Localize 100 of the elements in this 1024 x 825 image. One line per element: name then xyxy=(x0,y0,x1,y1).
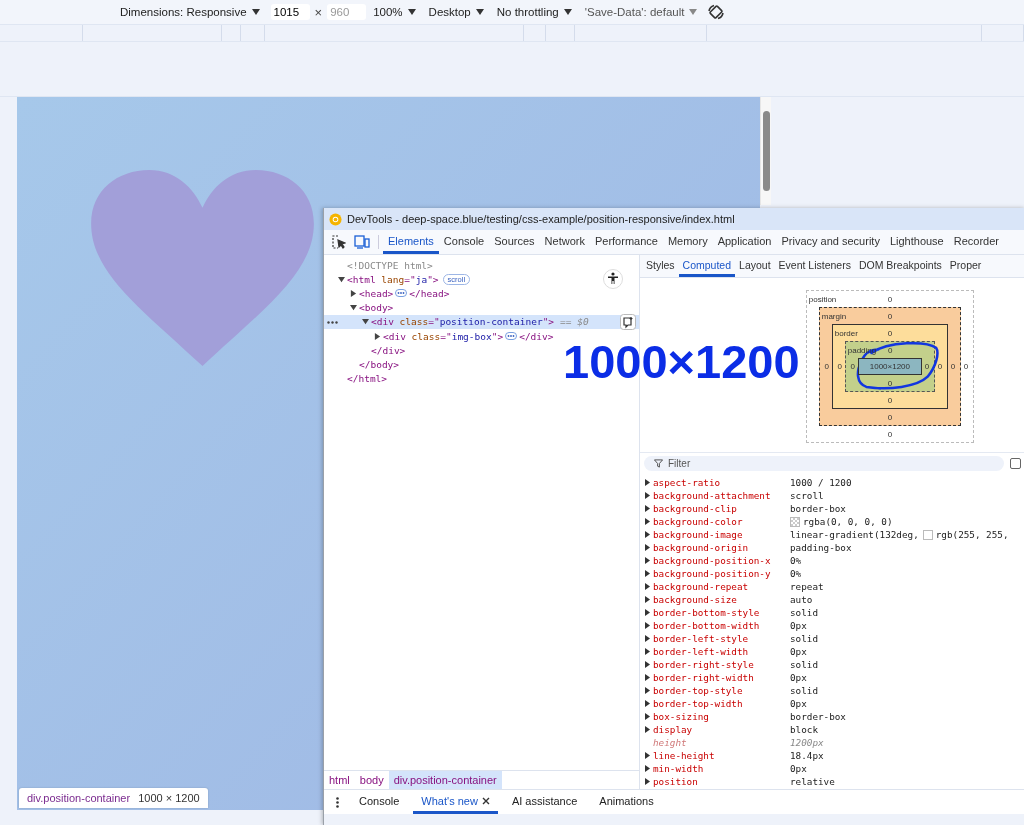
disclosure-triangle-icon[interactable] xyxy=(338,275,345,283)
tooltip-selector: div.position-container xyxy=(27,792,131,804)
property-name: height xyxy=(653,737,687,748)
dom-node-text: </div> xyxy=(371,344,406,356)
property-name: background-image xyxy=(653,529,743,540)
property-name: background-origin xyxy=(653,542,749,553)
box-value: 0 xyxy=(886,311,894,321)
more-menu-icon[interactable] xyxy=(336,796,339,808)
sidebar-tab[interactable]: Proper xyxy=(945,255,986,277)
ellipsis-icon[interactable] xyxy=(505,332,518,341)
save-data-dropdown[interactable]: 'Save-Data': default xyxy=(582,6,700,18)
property-value: block xyxy=(790,724,818,735)
dimensions-dropdown[interactable]: Dimensions: Responsive xyxy=(118,6,262,18)
property-value: 0% xyxy=(790,555,802,566)
box-value: 0 xyxy=(836,362,843,371)
panel-tab[interactable]: Sources xyxy=(489,230,540,254)
property-value: scroll xyxy=(790,490,824,501)
box-value: 0 xyxy=(886,429,894,439)
zoom-dropdown[interactable]: 100% xyxy=(371,6,418,18)
property-value: rgba(0, 0, 0, 0) xyxy=(803,516,893,527)
box-label: border xyxy=(834,328,859,338)
ai-assist-icon[interactable] xyxy=(620,313,636,330)
property-value: repeat xyxy=(790,581,824,592)
dom-tree-row[interactable]: <!DOCTYPE html> xyxy=(324,258,639,273)
property-value: border-box xyxy=(790,503,846,514)
box-label: position xyxy=(808,294,838,304)
property-value: solid xyxy=(790,633,818,644)
drawer-tab[interactable]: Console xyxy=(351,790,408,814)
property-name: border-bottom-style xyxy=(653,607,760,618)
drawer-tab[interactable]: AI assistance xyxy=(503,790,586,814)
dom-tree-row[interactable]: <body> xyxy=(324,300,639,315)
box-value: 0 xyxy=(849,362,856,371)
property-value: solid xyxy=(790,685,818,696)
breadcrumb[interactable]: div.position-container xyxy=(388,771,502,789)
panel-tab[interactable]: Console xyxy=(438,230,490,254)
drawer-tab[interactable]: Animations xyxy=(591,790,662,814)
panel-tab[interactable]: Elements xyxy=(383,230,439,254)
device-toggle-icon[interactable] xyxy=(354,235,370,249)
panel-tab[interactable]: Recorder xyxy=(948,230,1004,254)
property-name: background-repeat xyxy=(653,581,749,592)
disclosure-triangle-icon[interactable] xyxy=(350,304,357,312)
color-swatch-icon[interactable] xyxy=(790,516,800,527)
property-name: background-clip xyxy=(653,503,737,514)
sidebar-tab[interactable]: Layout xyxy=(735,255,775,277)
device-dropdown[interactable]: Desktop xyxy=(426,6,486,18)
dom-node-text: <div class="position-container"> xyxy=(371,316,555,328)
filter-field[interactable]: Filter xyxy=(644,455,1004,471)
caret-icon xyxy=(251,9,260,15)
box-value: 0 xyxy=(886,345,894,355)
checkbox[interactable] xyxy=(1010,457,1021,469)
sidebar-tab[interactable]: Styles xyxy=(642,255,679,277)
throttling-dropdown[interactable]: No throttling xyxy=(494,6,574,18)
property-name: background-attachment xyxy=(653,490,771,501)
accessibility-icon[interactable] xyxy=(603,269,623,289)
ellipsis-icon[interactable] xyxy=(395,289,408,298)
panel-tab[interactable]: Application xyxy=(712,230,777,254)
width-field[interactable]: 1015 xyxy=(270,4,310,20)
close-icon[interactable] xyxy=(481,796,490,805)
panel-tab[interactable]: Network xyxy=(539,230,590,254)
rotate-icon[interactable] xyxy=(708,4,725,20)
sidebar-tab[interactable]: DOM Breakpoints xyxy=(854,255,946,277)
property-value: auto xyxy=(790,594,813,605)
property-name: background-size xyxy=(653,594,737,605)
color-swatch-icon[interactable] xyxy=(922,529,933,540)
disclosure-triangle-icon[interactable] xyxy=(362,318,369,326)
dom-node-text: <div class="img-box"> xyxy=(383,330,504,342)
property-value: 1200px xyxy=(790,737,824,748)
panel-tab[interactable]: Privacy and security xyxy=(776,230,885,254)
inspect-icon[interactable] xyxy=(332,235,346,249)
box-value: 0 xyxy=(962,362,970,371)
more-icon[interactable] xyxy=(327,320,338,324)
property-name: display xyxy=(653,724,693,735)
property-value: relative xyxy=(790,776,835,787)
property-name: background-color xyxy=(653,516,743,527)
dom-node-text: </head> xyxy=(409,287,450,299)
property-value: 18.4px xyxy=(790,750,824,761)
property-value: padding-box xyxy=(790,542,852,553)
property-name: background-position-x xyxy=(653,555,771,566)
sidebar-tab[interactable]: Computed xyxy=(678,255,736,277)
property-name: min-width xyxy=(653,763,704,774)
dom-node-text: <body> xyxy=(359,302,394,314)
disclosure-triangle-icon[interactable] xyxy=(350,289,357,297)
height-field[interactable]: 960 xyxy=(327,4,367,20)
caret-icon xyxy=(563,9,572,15)
sidebar-tab[interactable]: Event Listeners xyxy=(774,255,855,277)
times-sign: × xyxy=(314,4,323,20)
dom-tree-row[interactable]: <div class="position-container"> == $0 xyxy=(324,314,639,329)
property-name: border-top-width xyxy=(653,698,743,709)
dom-tree-row[interactable]: <head> </head> xyxy=(324,286,639,301)
disclosure-triangle-icon[interactable] xyxy=(374,332,381,340)
breadcrumb[interactable]: body xyxy=(354,771,389,789)
box-value: 0 xyxy=(886,412,894,422)
panel-tab[interactable]: Performance xyxy=(589,230,663,254)
caret-icon xyxy=(475,9,484,15)
scrollbar[interactable] xyxy=(760,97,771,205)
box-value: 0 xyxy=(923,362,931,371)
panel-tab[interactable]: Lighthouse xyxy=(884,230,949,254)
panel-tab[interactable]: Memory xyxy=(662,230,713,254)
caret-icon xyxy=(407,9,416,15)
breadcrumb[interactable]: html xyxy=(324,771,355,789)
